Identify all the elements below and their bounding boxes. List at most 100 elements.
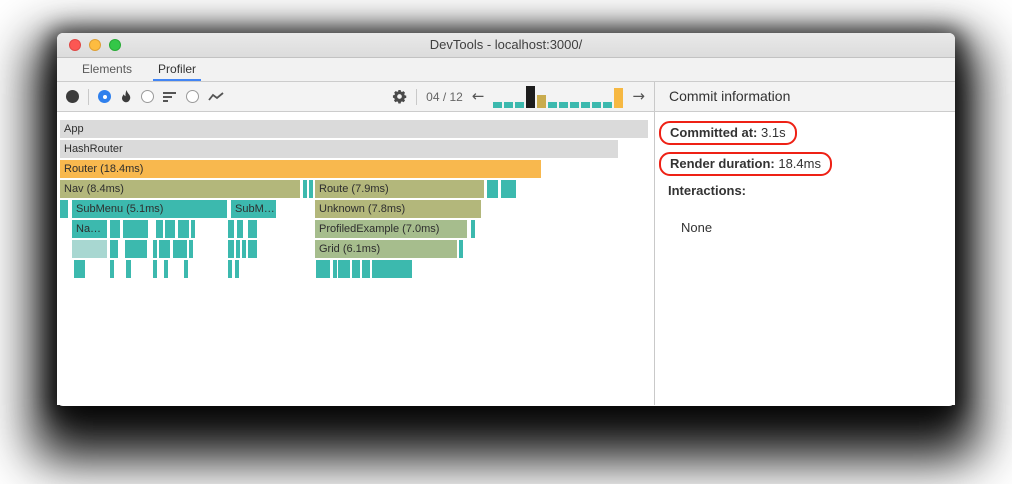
title-bar: DevTools - localhost:3000/ [57,33,955,58]
flame-bar-route[interactable]: Route (7.9ms) [315,180,484,198]
flame-bar[interactable] [366,260,370,278]
commit-info-panel: Committed at: 3.1s Render duration: 18.4… [655,112,955,405]
committed-at-label: Committed at: [670,125,758,140]
render-duration-label: Render duration: [670,156,775,171]
render-duration-value: 18.4ms [774,156,821,171]
ranked-view-radio[interactable] [141,90,154,103]
render-duration-annotation: Render duration: 18.4ms [659,152,832,176]
commit-index-label: 04 / 12 [426,89,463,104]
flame-bar[interactable] [235,260,239,278]
flame-bar-app[interactable]: App [60,120,648,138]
devtools-tab-bar: Elements Profiler [57,58,955,82]
flame-bar[interactable] [156,220,163,238]
flame-bar[interactable] [125,240,147,258]
flame-bar[interactable] [153,260,157,278]
minimize-button[interactable] [89,39,101,51]
flame-bar[interactable] [110,240,118,258]
devtools-window: DevTools - localhost:3000/ Elements Prof… [57,33,955,406]
flame-bar[interactable] [110,260,114,278]
flame-bar[interactable] [228,260,232,278]
flame-bar[interactable] [512,180,516,198]
flame-bar[interactable] [153,240,157,258]
flame-bar[interactable] [184,260,188,278]
flame-bar-na[interactable]: Na… [72,220,107,238]
flame-bar[interactable] [182,220,189,238]
flame-bar[interactable] [236,240,240,258]
flame-chart: App HashRouter Router (18.4ms) Nav (8.4ms) R… [57,112,654,405]
flame-bar[interactable] [159,240,170,258]
flame-bar[interactable] [189,240,193,258]
flame-bar[interactable] [333,260,337,278]
commit-bar-1[interactable] [493,101,503,108]
flame-bar[interactable] [248,240,257,258]
flame-bar[interactable] [177,240,187,258]
flame-bar[interactable] [165,220,175,238]
commit-bar-6[interactable] [548,101,558,108]
previous-commit-arrow[interactable]: ← [472,89,485,104]
flame-bar[interactable] [191,220,195,238]
zoom-button[interactable] [109,39,121,51]
toolbar-divider [88,88,89,105]
flame-bar-profiledexample[interactable]: ProfiledExample (7.0ms) [315,220,467,238]
flame-bar-subm[interactable]: SubM… [231,200,276,218]
toolbar-band: 04 / 12 ← → Commit information [57,82,955,112]
flame-bar[interactable] [487,180,498,198]
interactions-chart-icon [208,91,224,103]
flame-icon [120,89,132,104]
profiler-toolbar: 04 / 12 ← → [57,82,654,111]
tab-elements[interactable]: Elements [69,58,145,81]
committed-at-annotation: Committed at: 3.1s [659,121,797,145]
flame-bar[interactable] [242,240,246,258]
commit-bar-4[interactable] [526,85,536,108]
traffic-lights [69,39,121,51]
commit-bar-3[interactable] [515,101,525,108]
flame-bar[interactable] [237,220,243,238]
flame-bar[interactable] [110,220,120,238]
committed-at-value: 3.1s [757,125,786,140]
flame-bar-submenu[interactable]: SubMenu (5.1ms) [72,200,227,218]
flame-bar[interactable] [471,220,475,238]
next-commit-arrow[interactable]: → [632,89,645,104]
flame-bar-unknown[interactable]: Unknown (7.8ms) [315,200,481,218]
commit-bar-10[interactable] [592,101,602,108]
settings-gear-icon[interactable] [392,89,407,104]
flame-bar[interactable] [356,260,360,278]
flame-bar[interactable] [74,260,85,278]
interactions-view-radio[interactable] [186,90,199,103]
tab-profiler[interactable]: Profiler [145,58,209,81]
close-button[interactable] [69,39,81,51]
window-title: DevTools - localhost:3000/ [429,37,583,52]
flame-bar[interactable] [346,260,350,278]
flame-bar-grid[interactable]: Grid (6.1ms) [315,240,457,258]
flame-bar[interactable] [123,220,148,238]
ranked-chart-icon [163,91,177,103]
flame-bar[interactable] [72,240,107,258]
flame-bar-nav[interactable]: Nav (8.4ms) [60,180,300,198]
commit-bar-8[interactable] [570,101,580,108]
flame-bar[interactable] [303,180,307,198]
flame-bar[interactable] [228,220,234,238]
profiler-content: App HashRouter Router (18.4ms) Nav (8.4ms) R… [57,112,955,405]
commit-bar-2[interactable] [504,101,514,108]
flame-bar[interactable] [459,240,463,258]
commit-bar-11[interactable] [603,101,613,108]
flame-bar[interactable] [309,180,313,198]
commit-bar-5[interactable] [537,94,547,108]
flame-bar[interactable] [316,260,330,278]
commit-bar-9[interactable] [581,101,591,108]
flame-bar-router[interactable]: Router (18.4ms) [60,160,541,178]
commit-bar-7[interactable] [559,101,569,108]
flame-bar-hashrouter[interactable]: HashRouter [60,140,618,158]
flame-bar[interactable] [164,260,168,278]
commit-bar-12[interactable] [614,87,624,108]
flamegraph-view-radio[interactable] [98,90,111,103]
record-button[interactable] [66,90,79,103]
flame-bar[interactable] [126,260,131,278]
flame-bar[interactable] [228,240,234,258]
interactions-value: None [681,220,713,235]
flame-bar[interactable] [408,260,412,278]
toolbar-divider [416,88,418,105]
commit-selector-chart[interactable] [493,85,624,108]
flame-bar[interactable] [248,220,257,238]
flame-bar[interactable] [60,200,68,218]
